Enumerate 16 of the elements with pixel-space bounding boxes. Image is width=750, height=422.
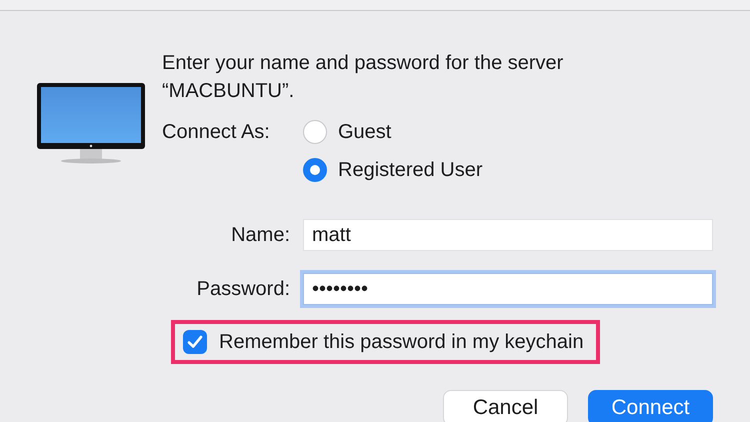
connect-as-label: Connect As: bbox=[162, 120, 271, 144]
prompt-text: Enter your name and password for the server “MACBUNTU”. bbox=[162, 51, 564, 104]
checkbox[interactable] bbox=[183, 330, 207, 354]
checkbox-label: Remember this password in my keychain bbox=[219, 330, 584, 354]
field-label: Password: bbox=[196, 278, 290, 300]
radio-label: Registered User bbox=[338, 158, 483, 182]
field-label: Name: bbox=[230, 224, 290, 246]
primary-button[interactable]: Connect bbox=[588, 390, 713, 422]
radio-button[interactable] bbox=[303, 158, 327, 182]
monitor-icon bbox=[37, 83, 145, 165]
input-field[interactable]: •••••••• bbox=[303, 273, 713, 305]
input-field[interactable]: matt bbox=[303, 219, 713, 251]
radio-button[interactable] bbox=[303, 120, 327, 144]
radio-label: Guest bbox=[338, 120, 392, 144]
dialog-button[interactable]: Cancel bbox=[443, 390, 568, 422]
checkmark-icon bbox=[187, 335, 203, 349]
